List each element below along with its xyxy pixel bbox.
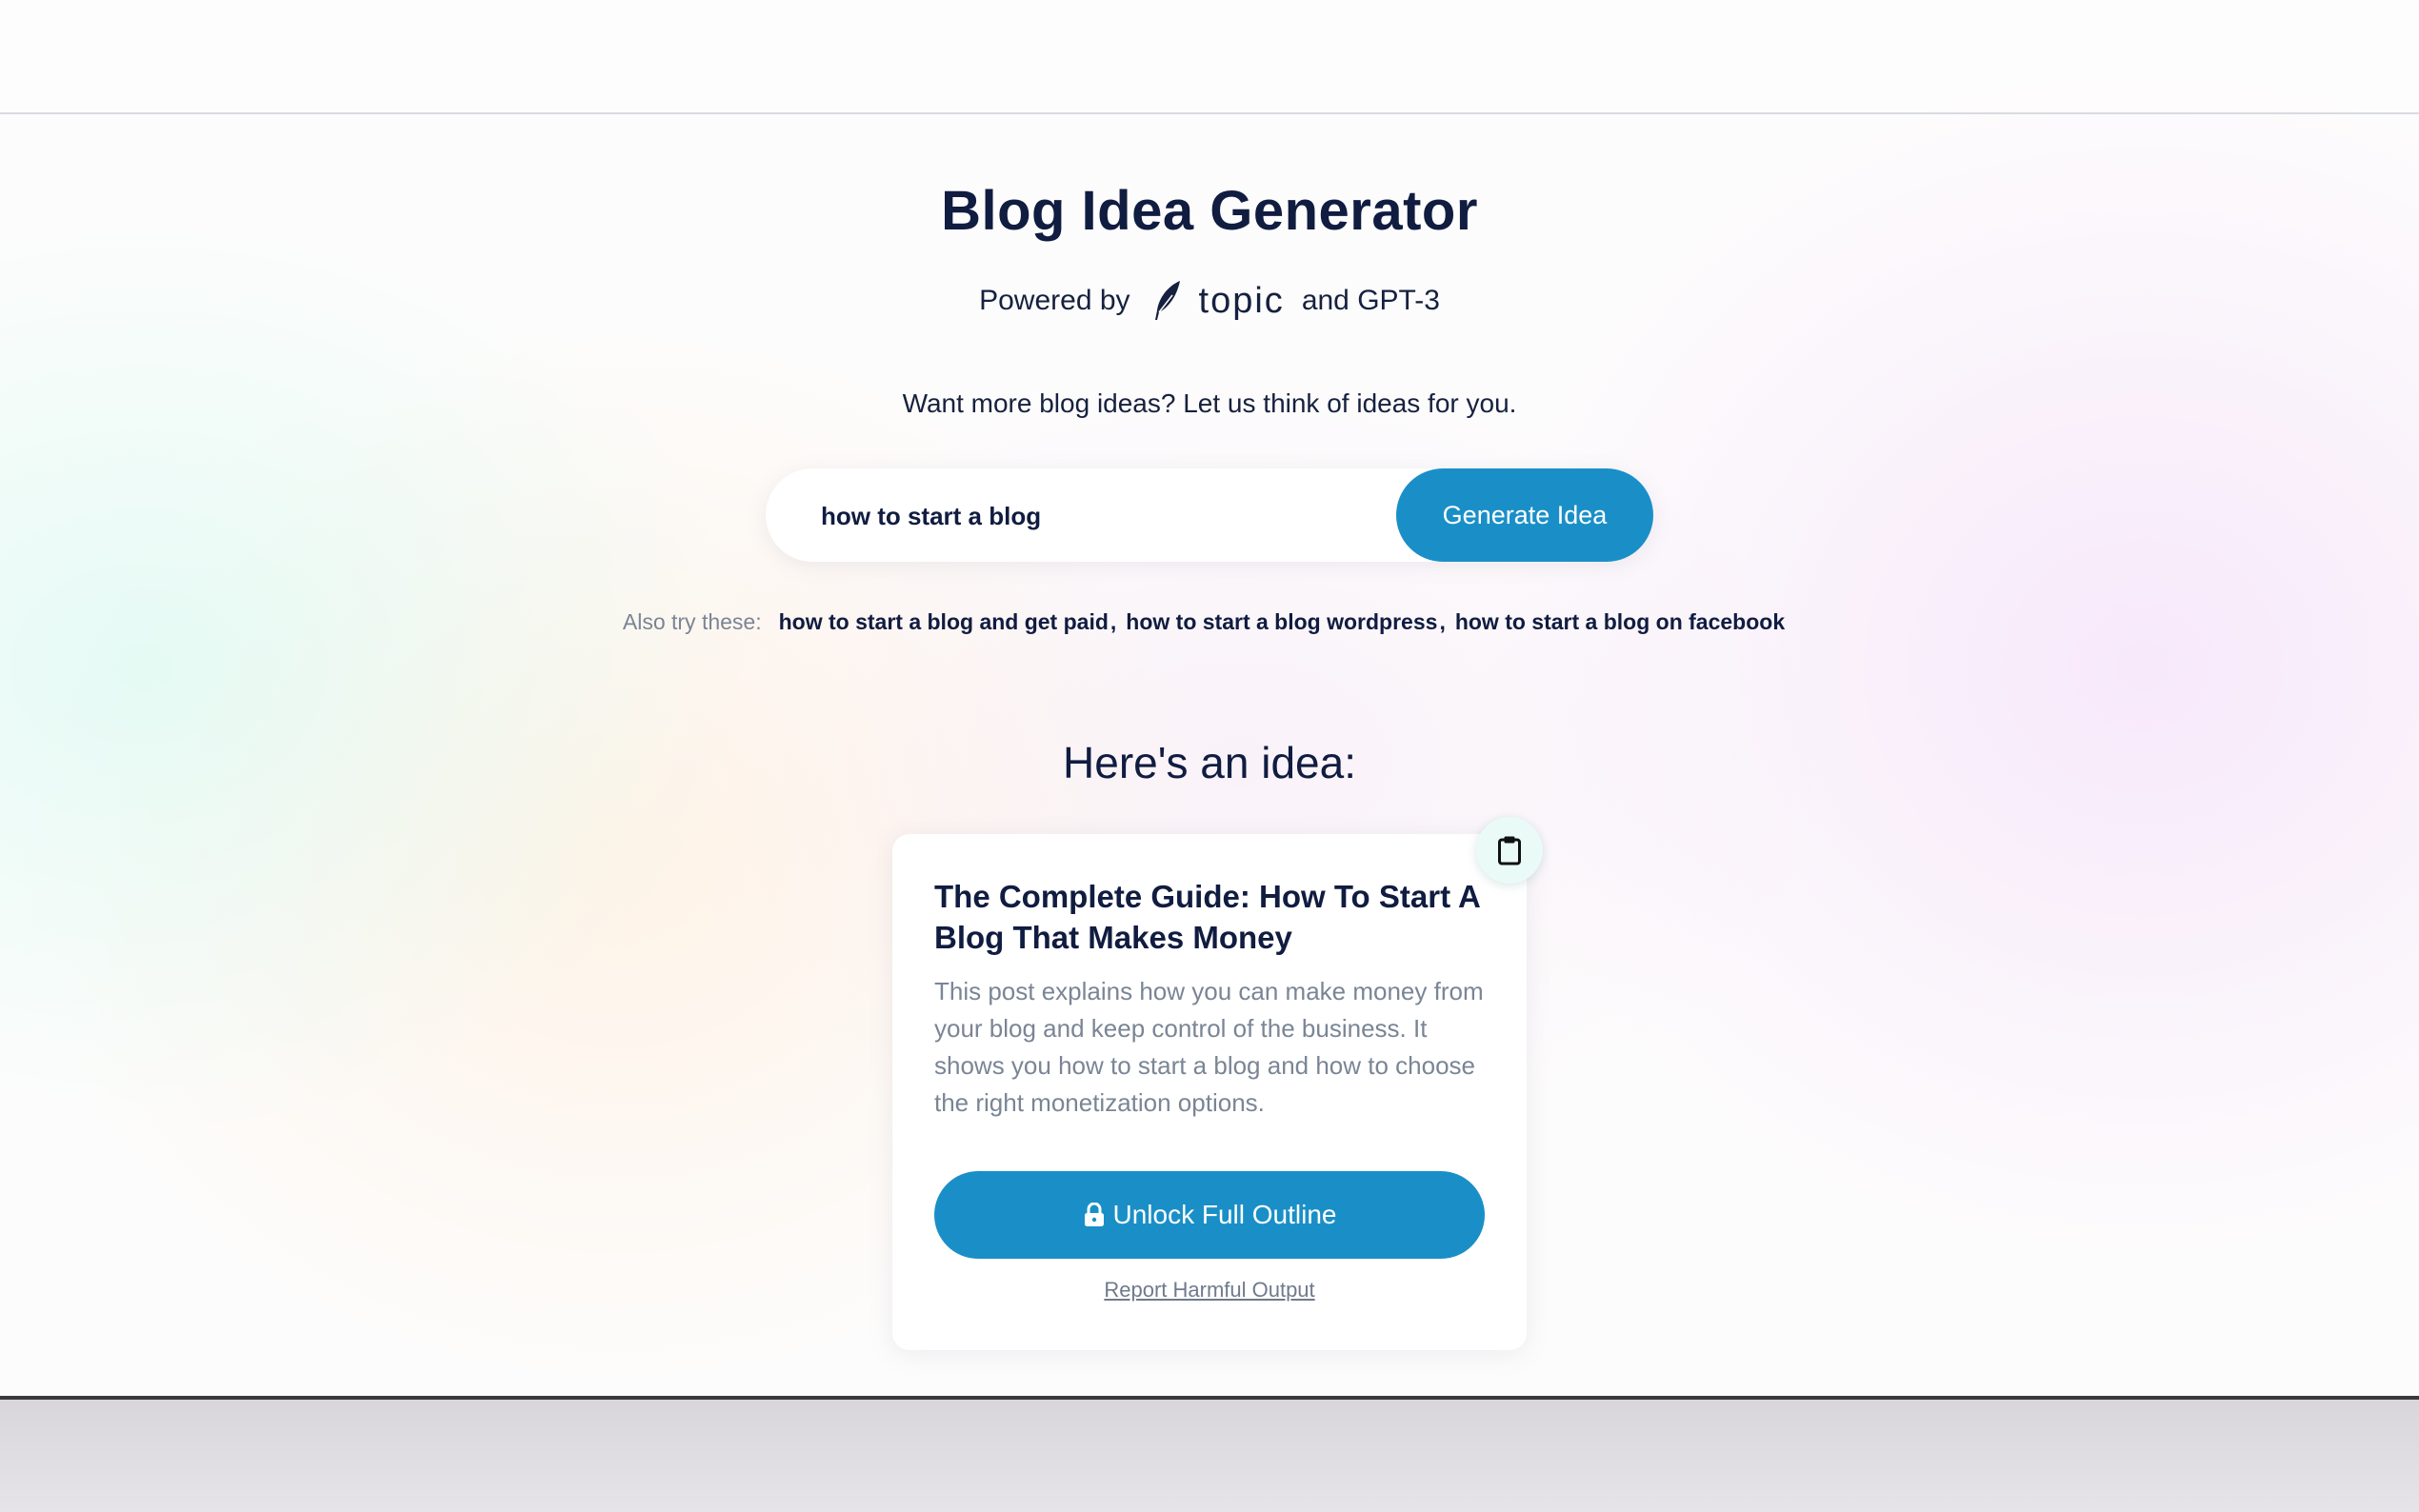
copy-button[interactable] bbox=[1476, 817, 1543, 884]
idea-card: The Complete Guide: How To Start A Blog … bbox=[892, 834, 1527, 1350]
feather-icon bbox=[1154, 281, 1180, 320]
generate-idea-button[interactable]: Generate Idea bbox=[1396, 468, 1653, 562]
powered-by-suffix: and GPT-3 bbox=[1301, 285, 1440, 316]
page-content: Blog Idea Generator Powered by topic and… bbox=[0, 0, 2419, 1400]
below-page-backdrop bbox=[0, 1400, 2419, 1512]
suggestion-link[interactable]: how to start a blog and get paid bbox=[779, 609, 1109, 635]
powered-by-prefix: Powered by bbox=[979, 285, 1130, 316]
search-bar: Generate Idea bbox=[766, 468, 1653, 562]
idea-description: This post explains how you can make mone… bbox=[934, 977, 1484, 1117]
clipboard-icon bbox=[1498, 836, 1521, 865]
unlock-outline-label: Unlock Full Outline bbox=[1112, 1200, 1337, 1229]
result-heading: Here's an idea: bbox=[1063, 738, 1356, 787]
suggestion-link[interactable]: how to start a blog wordpress bbox=[1126, 609, 1437, 635]
separator: , bbox=[1439, 609, 1446, 634]
powered-by-line: Powered by topic and GPT-3 bbox=[0, 278, 2419, 324]
topic-input[interactable] bbox=[819, 491, 1375, 541]
tagline: Want more blog ideas? Let us think of id… bbox=[902, 388, 1517, 418]
page-title: Blog Idea Generator bbox=[941, 180, 1478, 242]
suggestions-row: Also try these: how to start a blog and … bbox=[0, 609, 2419, 635]
lock-icon bbox=[1084, 1203, 1104, 1226]
suggestions-label: Also try these: bbox=[622, 609, 762, 634]
top-nav-bar bbox=[0, 0, 2419, 114]
suggestion-link[interactable]: how to start a blog on facebook bbox=[1455, 609, 1785, 635]
separator: , bbox=[1110, 609, 1117, 634]
idea-title: The Complete Guide: How To Start A Blog … bbox=[934, 879, 1480, 955]
brand-name: topic bbox=[1198, 280, 1285, 321]
report-harmful-link[interactable]: Report Harmful Output bbox=[892, 1278, 1527, 1303]
unlock-outline-button[interactable]: Unlock Full Outline bbox=[934, 1171, 1485, 1259]
